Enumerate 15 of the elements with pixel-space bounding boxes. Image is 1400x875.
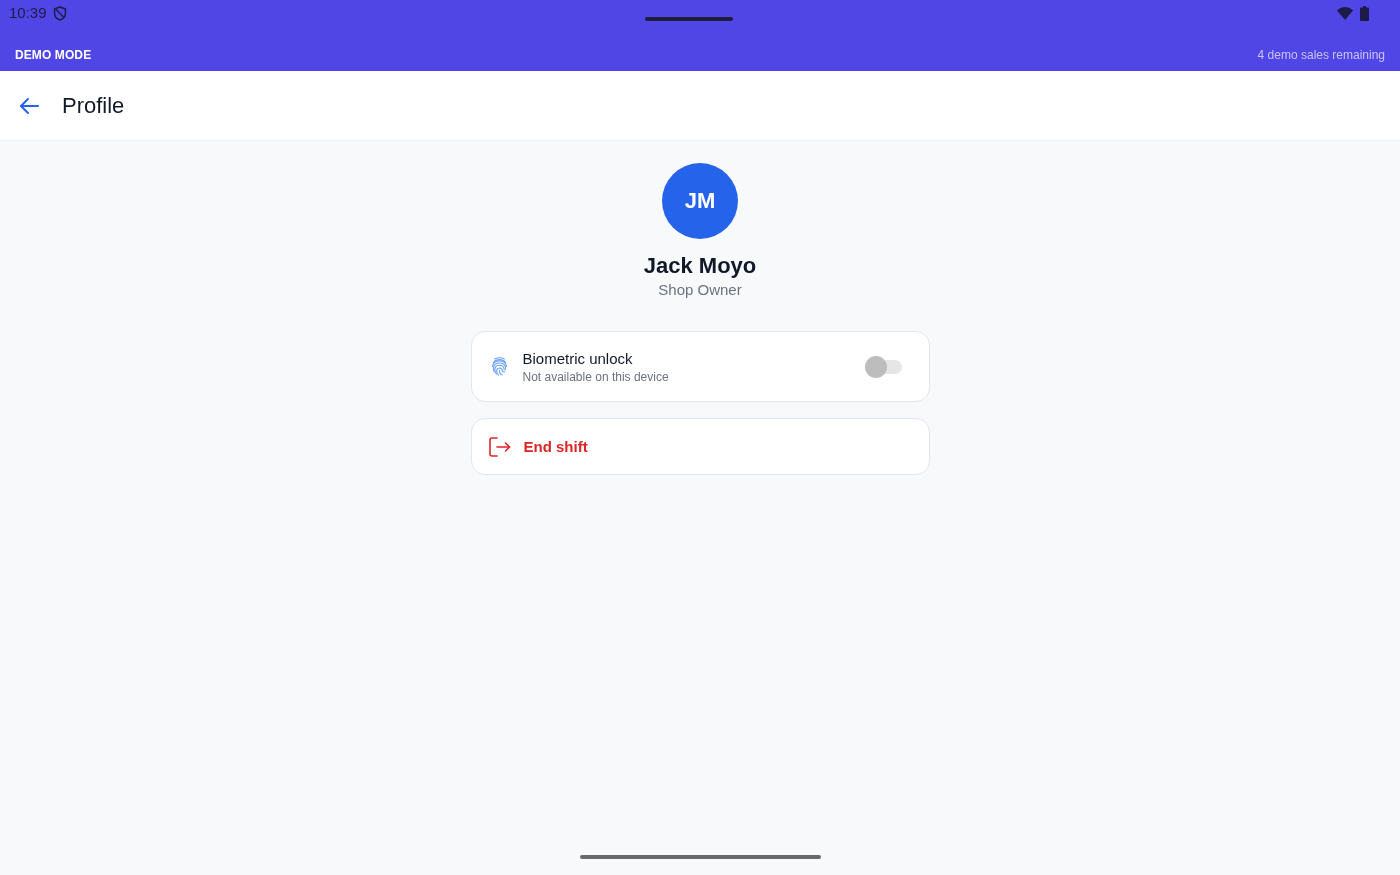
- end-shift-button[interactable]: End shift: [470, 418, 930, 475]
- page-title: Profile: [62, 92, 125, 119]
- setting-title: Biometric unlock: [522, 348, 634, 368]
- wifi-icon: [1337, 7, 1353, 20]
- logout-icon: [488, 436, 511, 457]
- user-name: Jack Moyo: [643, 253, 757, 279]
- status-time: 10:39: [9, 4, 47, 22]
- demo-mode-label: DEMO MODE: [15, 47, 92, 62]
- shield-icon: [52, 5, 67, 21]
- battery-icon: [1360, 6, 1369, 21]
- user-role: Shop Owner: [658, 281, 742, 299]
- demo-sales-remaining: 4 demo sales remaining: [1257, 47, 1385, 62]
- avatar-initials: JM: [662, 163, 738, 239]
- back-arrow-icon: [19, 96, 39, 115]
- setting-subtitle: Not available on this device: [522, 369, 670, 385]
